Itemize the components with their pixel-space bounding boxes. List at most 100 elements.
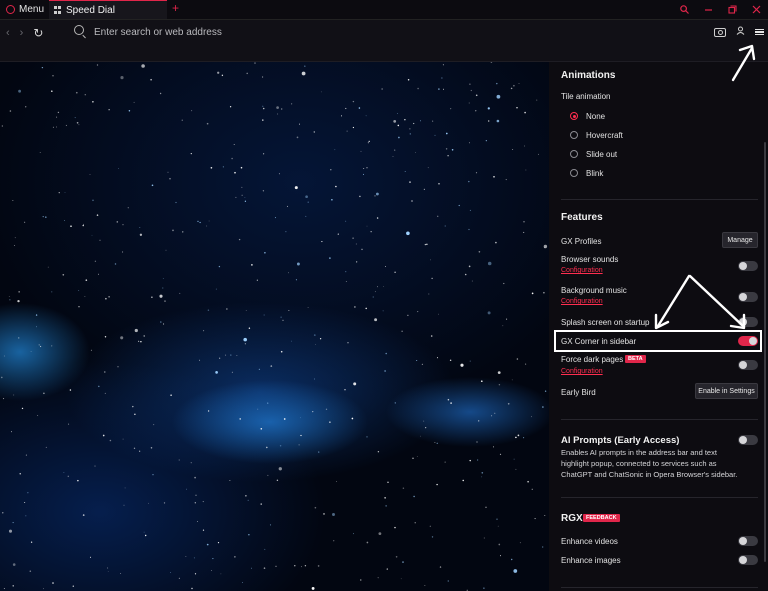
star — [178, 459, 180, 461]
star — [262, 119, 264, 121]
search-tabs-icon[interactable] — [672, 0, 696, 19]
background-music-config-link[interactable]: Configuration — [561, 298, 603, 305]
star — [345, 280, 347, 283]
star — [361, 248, 363, 251]
star — [503, 282, 505, 285]
star — [320, 91, 322, 93]
new-tab-button[interactable]: + — [172, 1, 179, 15]
star — [172, 229, 174, 232]
address-input[interactable] — [94, 24, 594, 40]
star — [109, 439, 112, 442]
radio-hovercraft[interactable] — [570, 131, 578, 139]
star — [444, 461, 446, 463]
star — [191, 587, 193, 590]
star — [428, 293, 430, 295]
star — [164, 300, 166, 302]
star — [409, 128, 411, 130]
panel-scrollbar[interactable] — [764, 142, 766, 562]
star — [513, 569, 518, 573]
background-music-toggle[interactable] — [738, 292, 758, 302]
star — [72, 585, 75, 587]
star — [8, 296, 10, 298]
splash-screen-toggle[interactable] — [738, 317, 758, 327]
star — [366, 436, 368, 438]
star — [264, 251, 266, 254]
star — [511, 379, 513, 381]
star — [374, 195, 376, 197]
force-dark-toggle[interactable] — [738, 360, 758, 370]
manage-button[interactable]: Manage — [722, 232, 758, 248]
star — [536, 99, 538, 101]
ai-prompts-toggle[interactable] — [738, 435, 758, 445]
enable-in-settings-button[interactable]: Enable in Settings — [695, 383, 758, 399]
star — [262, 107, 265, 110]
star — [122, 224, 124, 226]
arrow-right-icon[interactable]: › — [20, 27, 24, 39]
divider — [561, 199, 758, 200]
radio-slide-out[interactable] — [570, 150, 578, 158]
browser-sounds-toggle[interactable] — [738, 261, 758, 271]
star — [345, 220, 347, 222]
star — [244, 200, 247, 202]
camera-icon[interactable] — [714, 27, 726, 37]
reload-icon[interactable]: ↻ — [33, 26, 43, 40]
radio-blink[interactable] — [570, 169, 578, 177]
star — [469, 83, 471, 85]
tab-speed-dial[interactable]: Speed Dial — [49, 0, 167, 19]
star — [78, 124, 80, 126]
star — [383, 286, 385, 287]
star — [397, 113, 398, 114]
star — [366, 167, 368, 169]
star — [382, 310, 384, 312]
star — [105, 297, 107, 300]
star — [513, 84, 515, 87]
star — [424, 243, 427, 246]
star — [436, 442, 438, 444]
star — [78, 290, 80, 291]
radio-none-label: None — [586, 112, 606, 121]
star — [360, 579, 362, 581]
star — [45, 446, 47, 448]
star — [367, 142, 369, 144]
star — [30, 351, 32, 352]
enhance-images-toggle[interactable] — [738, 555, 758, 565]
star — [202, 501, 204, 503]
star — [207, 410, 210, 412]
star — [516, 358, 519, 360]
close-icon[interactable] — [744, 0, 768, 19]
star — [413, 122, 415, 125]
star — [525, 169, 527, 171]
profile-icon[interactable] — [736, 26, 745, 38]
star — [487, 107, 490, 110]
star — [276, 106, 279, 109]
star — [167, 171, 169, 173]
restore-icon[interactable] — [720, 0, 744, 19]
minimize-icon[interactable] — [696, 0, 720, 19]
star — [245, 494, 247, 497]
menu-icon[interactable] — [755, 28, 764, 36]
browser-sounds-config-link[interactable]: Configuration — [561, 267, 603, 274]
star — [102, 434, 105, 437]
star — [288, 272, 289, 274]
star — [358, 107, 361, 109]
force-dark-config-link[interactable]: Configuration — [561, 368, 603, 375]
star — [510, 87, 513, 90]
feedback-badge[interactable]: FEEDBACK — [583, 514, 620, 522]
menu-label: Menu — [19, 4, 45, 15]
animations-heading: Animations — [561, 70, 616, 81]
star — [345, 271, 347, 273]
star — [179, 292, 181, 294]
star — [438, 183, 440, 185]
enhance-videos-toggle[interactable] — [738, 536, 758, 546]
star — [487, 261, 492, 266]
star — [493, 446, 494, 448]
star — [133, 101, 135, 103]
radio-none[interactable] — [570, 112, 578, 120]
star — [285, 231, 287, 233]
star — [207, 309, 210, 311]
star — [169, 177, 171, 180]
star — [300, 417, 301, 419]
star — [239, 418, 242, 420]
arrow-left-icon[interactable]: ‹ — [6, 27, 10, 39]
menu-button[interactable]: Menu — [0, 0, 48, 19]
